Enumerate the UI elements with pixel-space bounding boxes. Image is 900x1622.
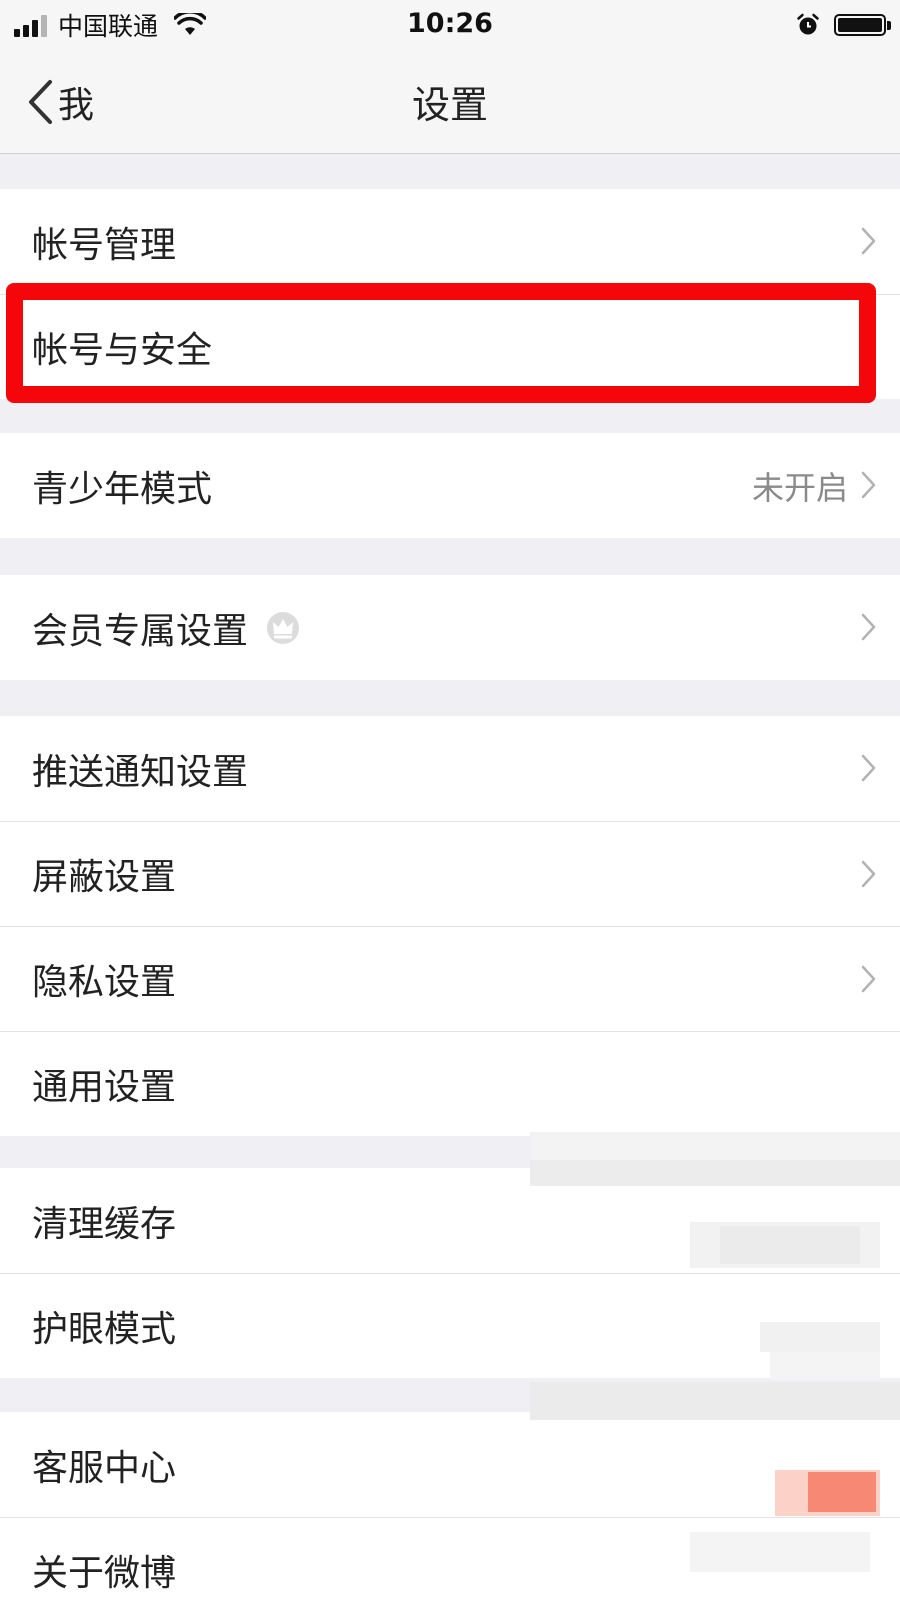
settings-group-general: 推送通知设置 屏蔽设置 隐私设置 通用设置 — [0, 716, 900, 1136]
row-label: 通用设置 — [32, 1067, 177, 1108]
status-bar: 中国联通 10:26 — [0, 0, 900, 50]
settings-row-account-management[interactable]: 帐号管理 — [0, 189, 900, 294]
settings-group-teen: 青少年模式 未开启 — [0, 433, 900, 538]
chevron-right-icon — [861, 754, 876, 782]
row-label: 关于微博 — [32, 1553, 177, 1594]
status-time: 10:26 — [407, 8, 493, 39]
row-label: 会员专属设置 — [32, 610, 249, 652]
row-label: 隐私设置 — [32, 962, 177, 1003]
row-label: 清理缓存 — [32, 1203, 177, 1245]
settings-row-teen-mode[interactable]: 青少年模式 未开启 — [0, 433, 900, 538]
navigation-bar: 我 设置 — [0, 50, 900, 154]
row-label: 帐号管理 — [32, 224, 177, 266]
row-value: 未开启 — [751, 468, 848, 507]
row-label: 推送通知设置 — [32, 751, 249, 793]
settings-row-privacy-settings[interactable]: 隐私设置 — [0, 926, 900, 1031]
status-right — [796, 10, 891, 40]
settings-row-push-notifications[interactable]: 推送通知设置 — [0, 716, 900, 821]
chevron-right-icon — [861, 613, 876, 641]
settings-row-general-settings[interactable]: 通用设置 — [0, 1031, 900, 1136]
row-label: 护眼模式 — [32, 1309, 177, 1350]
crown-icon — [266, 611, 300, 645]
settings-group-member: 会员专属设置 — [0, 575, 900, 680]
highlight-annotation — [6, 283, 876, 403]
alarm-icon — [797, 13, 819, 35]
chevron-right-icon — [861, 860, 876, 888]
chevron-right-icon — [861, 227, 876, 255]
chevron-right-icon — [861, 965, 876, 993]
row-label: 屏蔽设置 — [32, 857, 177, 898]
chevron-right-icon — [861, 471, 876, 499]
pixelated-overlay — [530, 1132, 900, 1601]
settings-row-member-settings[interactable]: 会员专属设置 — [0, 575, 900, 680]
page-title: 设置 — [411, 83, 488, 127]
row-label: 客服中心 — [32, 1447, 177, 1489]
battery-icon — [834, 14, 891, 36]
row-label: 青少年模式 — [32, 468, 213, 510]
settings-row-block-settings[interactable]: 屏蔽设置 — [0, 821, 900, 926]
